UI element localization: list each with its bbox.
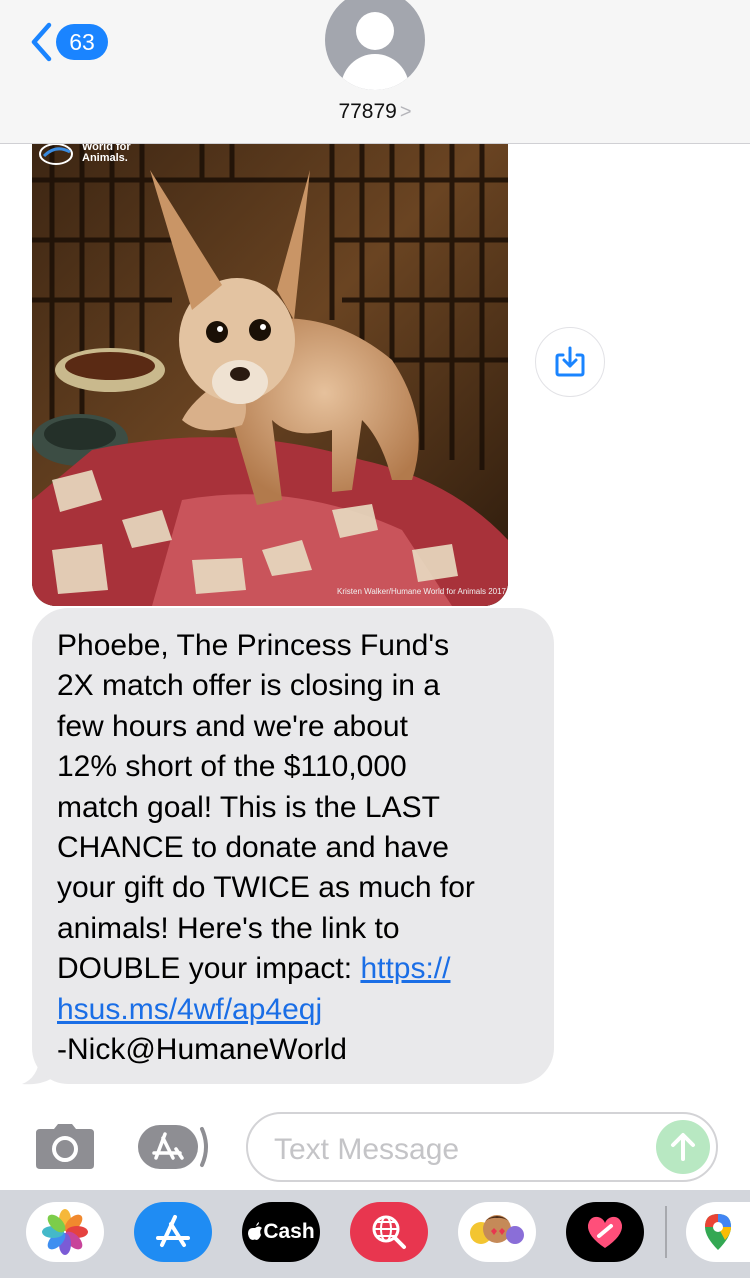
message-bubble[interactable]: Phoebe, The Princess Fund's 2X match off… [32,608,554,1084]
save-attachment-button[interactable] [535,327,605,397]
message-signature: -Nick@HumaneWorld [57,1033,347,1067]
apple-icon [248,1222,263,1240]
send-button[interactable] [656,1120,710,1174]
contact-avatar[interactable] [325,0,425,90]
app-store-icon[interactable] [138,1125,212,1169]
message-link-part-1[interactable]: https:// [360,952,450,985]
chevron-right-icon: > [399,101,412,123]
download-icon [555,346,585,377]
photos-app[interactable] [26,1202,104,1262]
arrow-up-icon [671,1133,695,1161]
watermark: World for Animals. [38,142,131,166]
dog-photo [32,120,508,606]
composer-bar: Text Message [0,1100,750,1190]
apple-cash-app[interactable]: Cash [242,1202,320,1262]
message-link-part-2[interactable]: hsus.ms/4wf/ap4eqj [57,993,322,1026]
message-input-placeholder: Text Message [274,1133,460,1166]
unread-count-badge: 63 [56,24,108,60]
message-body: Phoebe, The Princess Fund's 2X match off… [57,629,475,986]
photo-credit: Kristen Walker/Humane World for Animals … [337,587,506,596]
app-store-app[interactable] [134,1202,212,1262]
imessage-app-drawer: Cash [0,1190,750,1278]
organization-logo-icon [39,143,73,165]
chevron-left-icon [31,22,52,62]
back-button[interactable]: 63 [30,22,108,62]
app-store-icon [156,1215,190,1247]
drawer-divider [665,1206,667,1258]
watermark-line-2: Animals. [82,152,128,164]
image-attachment[interactable]: World for Animals. Kristen Walker/Humane… [32,120,508,606]
web-search-app[interactable] [350,1202,428,1262]
cash-label: Cash [263,1220,315,1243]
message-text: Phoebe, The Princess Fund's 2X match off… [57,626,530,1070]
map-pin-icon [705,1214,731,1250]
photos-icon [42,1209,88,1255]
memoji-app[interactable] [458,1202,536,1262]
contact-name-button[interactable]: 77879 > [0,100,750,124]
globe-search-icon [372,1215,406,1249]
conversation-header: 63 77879 > [0,0,750,144]
digital-touch-app[interactable] [566,1202,644,1262]
contact-name: 77879 [338,100,397,123]
maps-app[interactable] [686,1202,750,1262]
heart-touch-icon [587,1216,623,1248]
memoji-icon [470,1215,524,1244]
camera-icon[interactable] [34,1123,96,1169]
message-input[interactable]: Text Message [246,1112,718,1182]
